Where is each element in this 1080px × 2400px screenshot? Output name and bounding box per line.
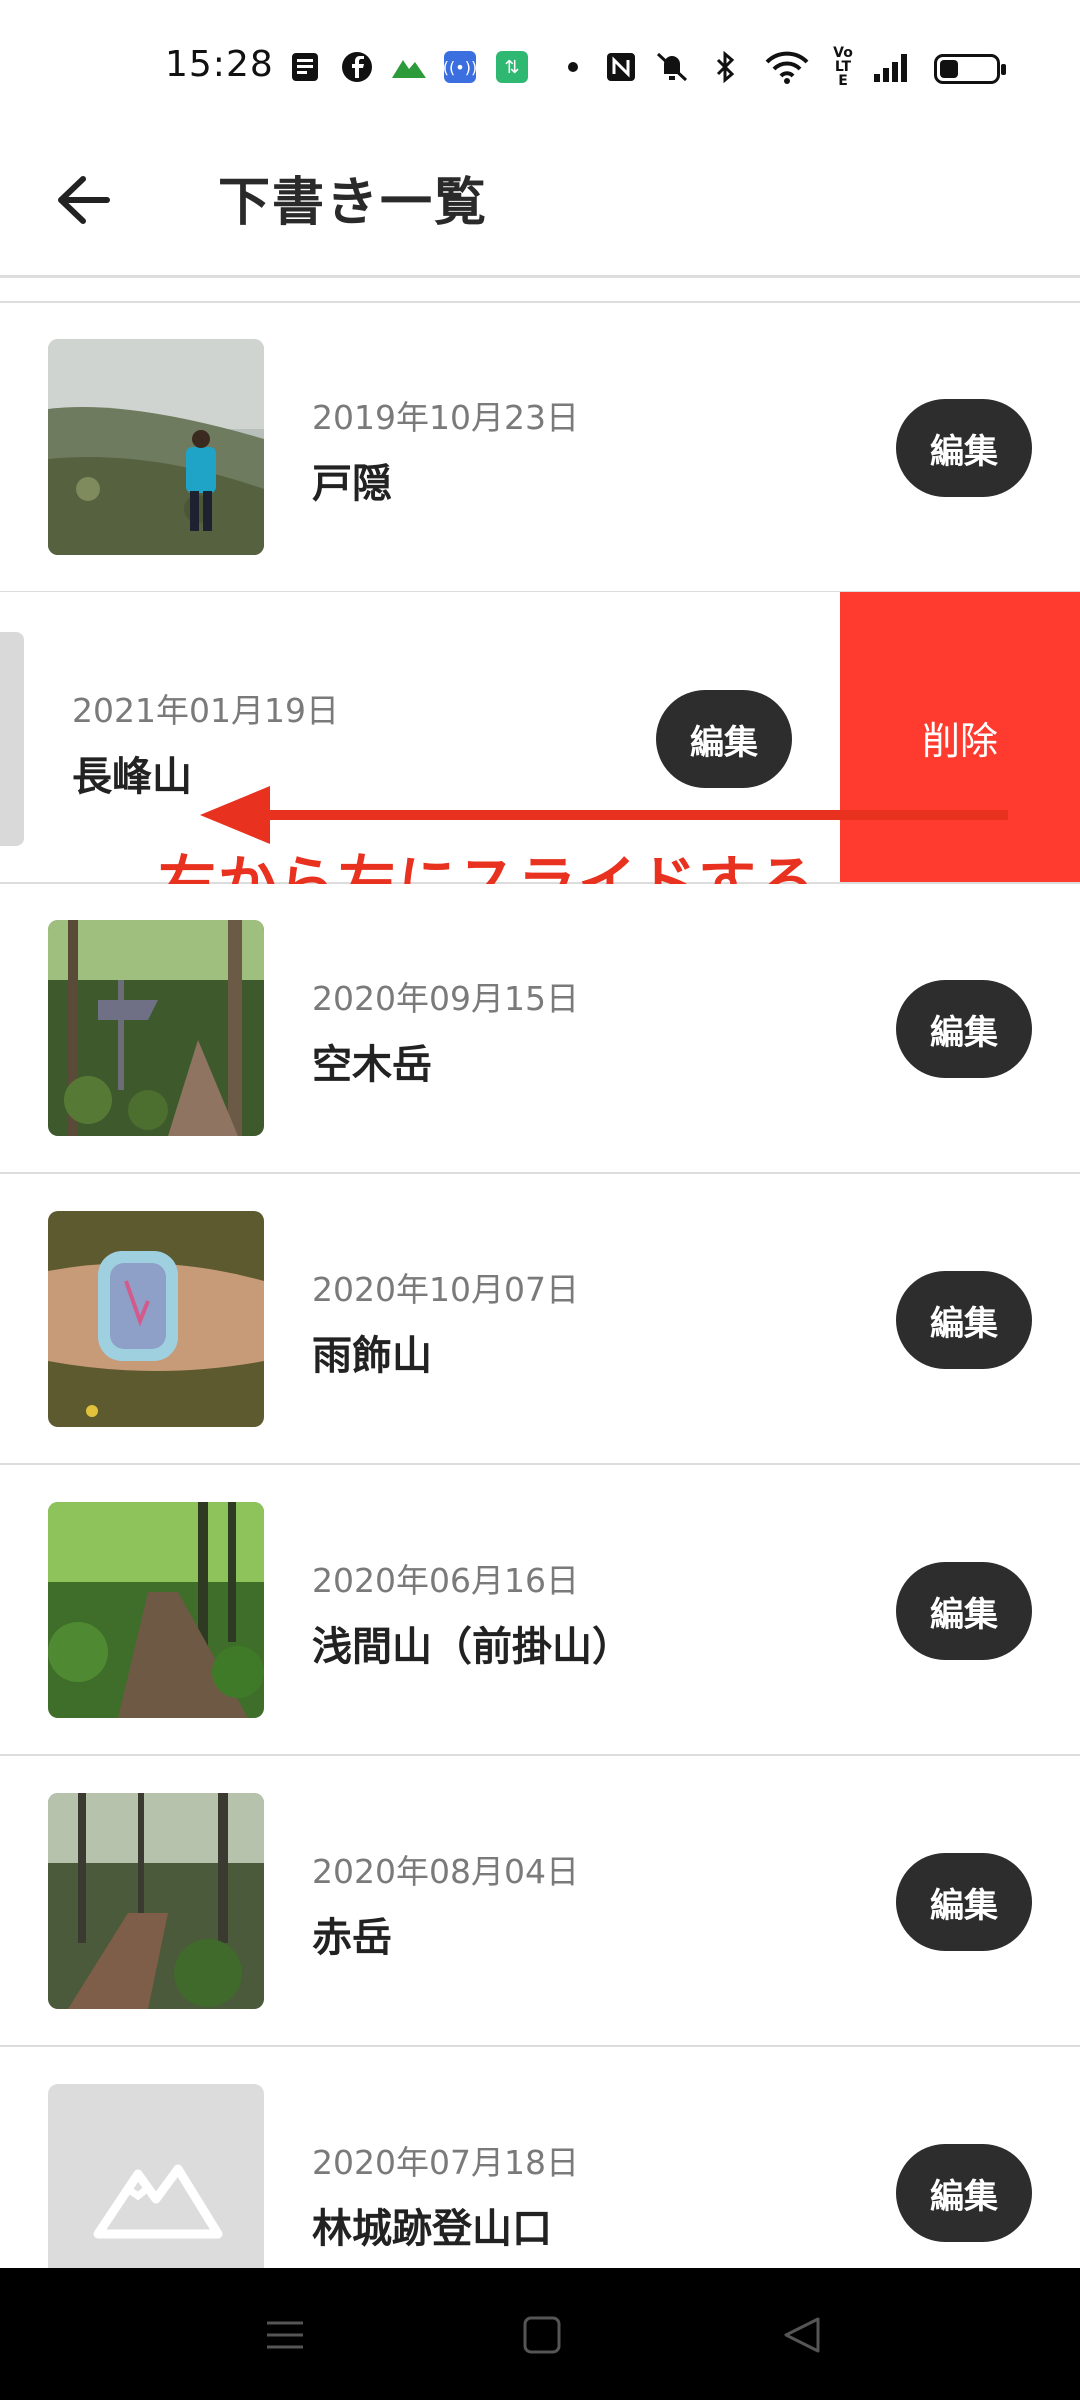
nfc-broadcast-icon: ((•)) — [443, 50, 477, 84]
swipe-handle[interactable] — [0, 632, 24, 846]
nfc-icon — [604, 50, 638, 84]
draft-name: 林城跡登山口 — [312, 2206, 552, 2252]
draft-name: 赤岳 — [312, 1915, 392, 1961]
draft-thumbnail — [48, 1793, 264, 2009]
status-time: 15:28 — [165, 44, 274, 85]
edit-button[interactable]: 編集 — [896, 1562, 1032, 1660]
draft-thumbnail — [48, 920, 264, 1136]
mountain-app-icon — [390, 50, 428, 84]
draft-row[interactable]: 2020年09月15日 空木岳 編集 — [0, 884, 1080, 1174]
facebook-icon — [340, 50, 374, 84]
draft-thumbnail — [48, 1211, 264, 1427]
wifi-icon — [764, 50, 810, 84]
dot-icon — [566, 50, 580, 84]
draft-thumbnail — [48, 339, 264, 555]
edit-button[interactable]: 編集 — [896, 2144, 1032, 2242]
draft-date: 2020年10月07日 — [312, 1270, 579, 1309]
home-button[interactable] — [512, 2308, 572, 2362]
page-title: 下書き一覧 — [218, 173, 489, 233]
back-button[interactable] — [48, 165, 118, 235]
draft-date: 2021年01月19日 — [72, 691, 339, 730]
signal-icon — [872, 50, 912, 84]
menu-icon — [267, 2321, 303, 2349]
draft-date: 2020年09月15日 — [312, 979, 579, 1018]
home-icon — [523, 2316, 561, 2354]
draft-row[interactable]: 2019年10月23日 戸隠 編集 — [0, 303, 1080, 593]
draft-date: 2020年07月18日 — [312, 2143, 579, 2182]
draft-row[interactable]: 2020年06月16日 浅間山（前掛山） 編集 — [0, 1466, 1080, 1756]
recent-apps-button[interactable] — [255, 2308, 315, 2362]
app-bar: 下書き一覧 — [0, 120, 1080, 275]
edit-button[interactable]: 編集 — [896, 980, 1032, 1078]
navigation-bar — [0, 2268, 1080, 2400]
draft-date: 2020年06月16日 — [312, 1561, 579, 1600]
draft-name: 浅間山（前掛山） — [312, 1624, 632, 1670]
edit-button[interactable]: 編集 — [656, 690, 792, 788]
system-back-button[interactable] — [772, 2308, 832, 2362]
data-saver-icon: ⇅ — [496, 50, 528, 84]
draft-name: 戸隠 — [312, 461, 392, 507]
arrow-left-icon — [58, 176, 110, 224]
status-bar: 15:28 ((•)) ⇅ Vo LTE — [0, 0, 1080, 120]
edit-button[interactable]: 編集 — [896, 1271, 1032, 1369]
header-divider — [0, 275, 1080, 278]
draft-name: 空木岳 — [312, 1042, 432, 1088]
draft-name: 雨飾山 — [312, 1333, 432, 1379]
bluetooth-icon — [710, 50, 740, 84]
volte-label: Vo LTE — [833, 45, 853, 89]
edit-button[interactable]: 編集 — [896, 1853, 1032, 1951]
drafts-screen: 15:28 ((•)) ⇅ Vo LTE 下書き一覧 2019年10月23日 戸… — [0, 0, 1080, 2400]
draft-row[interactable]: 2020年08月04日 赤岳 編集 — [0, 1757, 1080, 2047]
back-triangle-icon — [784, 2317, 820, 2353]
draft-row[interactable]: 2020年10月07日 雨飾山 編集 — [0, 1175, 1080, 1465]
draft-date: 2019年10月23日 — [312, 398, 579, 437]
draft-thumbnail — [48, 1502, 264, 1718]
vibrate-off-icon — [652, 50, 692, 84]
draft-date: 2020年08月04日 — [312, 1852, 579, 1891]
draft-name: 長峰山 — [72, 754, 192, 800]
notes-icon — [288, 50, 322, 84]
volte-icon: Vo LTE — [830, 46, 856, 88]
battery-icon — [934, 54, 1006, 84]
edit-button[interactable]: 編集 — [896, 399, 1032, 497]
